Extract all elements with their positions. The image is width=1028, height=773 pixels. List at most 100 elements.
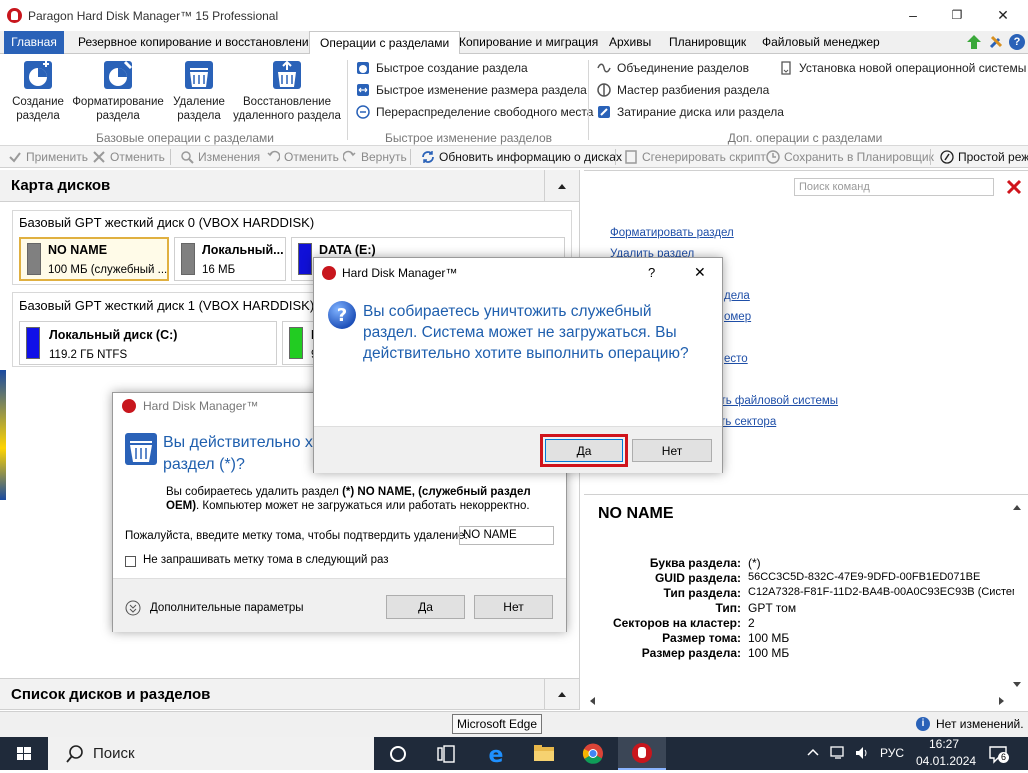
changes-label: Изменения [198,150,261,164]
delete-partition-button[interactable]: Удаление раздела [170,58,228,123]
redo-button[interactable]: Вернуть [342,149,407,165]
apply-button[interactable]: Применить [8,149,88,165]
refresh-disk-info-label: Обновить информацию о дисках [439,150,622,164]
tooltip: Microsoft Edge [452,714,543,734]
confirm-yes-button[interactable]: Да [545,439,623,462]
link-partial-3[interactable]: есто [724,353,748,365]
link-partial-1[interactable]: дела [724,290,750,302]
format-partition-button[interactable]: Форматирование раздела [72,58,164,123]
start-button[interactable] [0,737,48,770]
dialog-help-button[interactable]: ? [648,265,655,280]
expand-more-icon[interactable] [125,600,141,616]
simple-mode-button[interactable]: Простой режим [940,149,1028,165]
more-options-label[interactable]: Дополнительные параметры [150,602,304,614]
language-indicator[interactable]: РУС [880,746,904,760]
create-partition-button[interactable]: Создание раздела [8,58,68,123]
paragon-taskbar-icon[interactable] [618,737,666,770]
quick-resize-icon [356,83,370,97]
clock-time[interactable]: 16:27 [929,737,959,751]
split-partition-wizard-button[interactable]: Мастер разбиения раздела [597,81,769,99]
install-new-os-button[interactable]: Установка новой операционной системы [779,59,1026,77]
create-partition-label: Создание раздела [12,96,64,122]
yes-button[interactable]: Да [386,595,465,619]
maximize-button[interactable]: ❐ [948,6,966,24]
cortana-icon[interactable] [374,737,422,770]
partition-local-16mb[interactable]: Локальный... 16 МБ [174,237,286,281]
details-value: 2 [748,616,755,630]
tab-partition-operations[interactable]: Операции с разделами [309,31,461,55]
details-key: Размер тома: [662,631,741,645]
file-explorer-icon[interactable] [520,737,568,770]
help-icon[interactable]: ? [1009,34,1025,50]
confirm-no-button[interactable]: Нет [632,439,712,462]
menu-bar: Главная Резервное копирование и восстано… [0,31,1028,55]
details-row: Тип: GPT том [584,601,1014,616]
tools-icon[interactable] [988,34,1004,50]
volume-label-input[interactable]: NO NAME [459,526,554,545]
partition-local-c[interactable]: Локальный диск (C:) 119.2 ГБ NTFS [19,321,277,365]
clock-date[interactable]: 04.01.2024 [916,754,976,768]
dont-ask-checkbox[interactable] [125,556,136,567]
minimize-button[interactable]: – [904,6,922,24]
restore-deleted-partition-button[interactable]: Восстановление удаленного раздела [232,58,342,123]
dialog-title: Hard Disk Manager™ [143,399,259,413]
details-hscroll-right[interactable] [998,695,1008,707]
toolbar-separator [170,149,171,165]
quick-resize-partition-button[interactable]: Быстрое изменение размера раздела [356,81,587,99]
merge-partitions-button[interactable]: Объединение разделов [597,59,749,77]
details-value: 100 МБ [748,646,790,660]
link-partial-2[interactable]: омер [724,311,751,323]
generate-script-button[interactable]: Сгенерировать скрипт [624,149,766,165]
close-button[interactable]: ✕ [994,6,1012,24]
details-hscroll-left[interactable] [588,695,598,707]
details-scroll-up[interactable] [1012,500,1024,512]
undo-button[interactable]: Отменить [92,149,165,165]
command-search-input[interactable]: Поиск команд [794,178,994,196]
partition-no-name[interactable]: NO NAME 100 МБ (служебный ... [19,237,169,281]
no-button[interactable]: Нет [474,595,553,619]
link-partial-5[interactable]: ать сектора [714,416,776,428]
tab-copy-migration[interactable]: Копирование и миграция [449,31,608,54]
link-format-partition[interactable]: Форматировать раздел [610,227,734,239]
details-scroll-down[interactable] [1012,678,1024,690]
details-key: Размер раздела: [641,646,741,660]
chrome-icon[interactable] [569,737,617,770]
clock-icon [766,150,780,164]
disk-list-header: Список дисков и разделов [0,678,579,710]
collapse-disk-map-button[interactable] [544,170,579,202]
tab-backup[interactable]: Резервное копирование и восстановление [68,31,325,54]
confirm-label: Пожалуйста, введите метку тома, чтобы по… [125,530,468,542]
command-search-placeholder: Поиск команд [799,181,870,193]
script-icon [624,150,638,164]
tab-scheduler[interactable]: Планировщик [659,31,756,54]
task-view-icon[interactable] [422,737,470,770]
simple-mode-icon [940,150,954,164]
link-partial-4[interactable]: ить файловой системы [714,395,838,407]
details-value: C12A7328-F81F-11D2-BA4B-00A0C93EC93B (Си… [748,586,1014,598]
wipe-disk-button[interactable]: Затирание диска или раздела [597,103,784,121]
details-key: Тип: [715,601,742,615]
info-icon: i [916,717,930,731]
tab-archives[interactable]: Архивы [599,31,661,54]
network-icon[interactable] [830,745,846,761]
volume-icon[interactable] [854,745,870,761]
changes-button[interactable]: Изменения [180,149,260,165]
up-arrow-icon[interactable] [966,34,982,50]
ribbon: Создание раздела Форматирование раздела … [0,54,1028,146]
undo-arrow-icon [266,150,281,164]
taskbar-search-box[interactable]: Поиск [48,737,374,770]
tab-file-manager[interactable]: Файловый менеджер [752,31,890,54]
tab-home[interactable]: Главная [4,31,64,54]
edge-icon[interactable]: e [472,737,520,770]
quick-create-partition-button[interactable]: Быстрое создание раздела [356,59,528,77]
undo-last-button[interactable]: Отменить [266,149,339,165]
tray-people-icon[interactable] [806,746,820,760]
refresh-disk-info-button[interactable]: Обновить информацию о дисках [421,149,622,165]
app-logo-icon [7,8,22,23]
clear-search-icon[interactable] [1006,179,1022,195]
collapse-disk-list-button[interactable] [544,678,579,710]
notifications-icon[interactable]: 6 [988,744,1009,764]
redistribute-free-space-button[interactable]: Перераспределение свободного места [356,103,593,121]
dialog-close-button[interactable]: ✕ [694,264,706,281]
save-to-scheduler-button[interactable]: Сохранить в Планировщик [766,149,934,165]
